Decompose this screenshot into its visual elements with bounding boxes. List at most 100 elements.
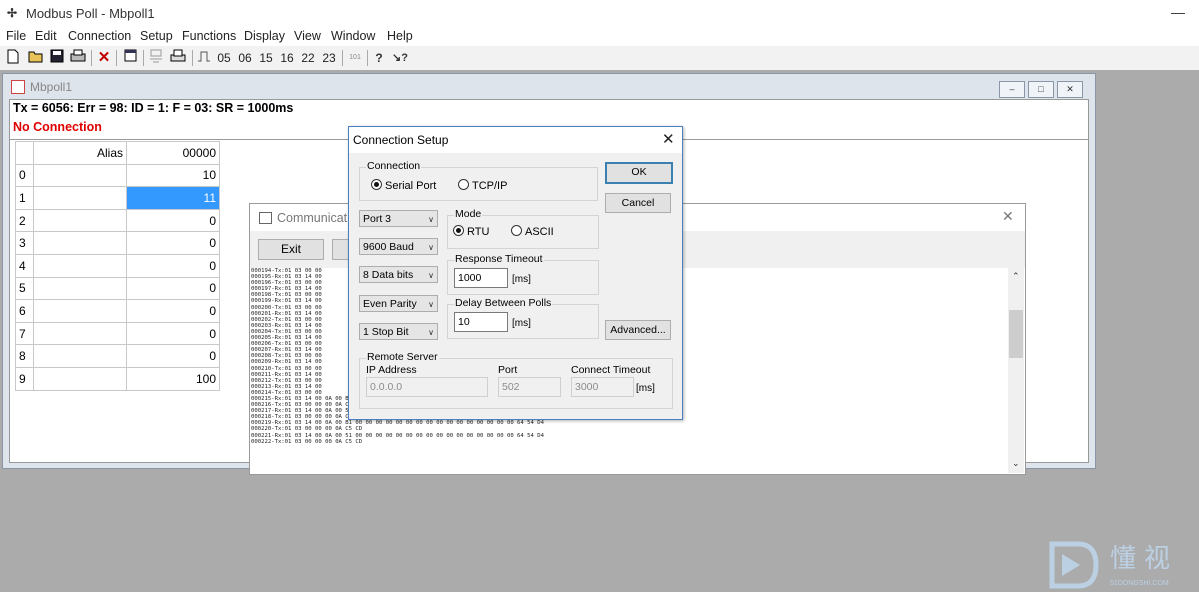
fc-15-button[interactable]: 15 xyxy=(258,49,274,67)
menu-functions[interactable]: Functions xyxy=(182,29,236,43)
ascii-radio[interactable]: ASCII xyxy=(511,225,554,238)
table-row[interactable]: 40 xyxy=(15,253,220,278)
new-icon[interactable] xyxy=(6,49,20,67)
alias-cell[interactable] xyxy=(33,276,127,301)
value-cell[interactable]: 0 xyxy=(126,253,220,278)
table-row[interactable]: 60 xyxy=(15,299,220,323)
rtu-radio[interactable]: RTU xyxy=(453,225,489,238)
alias-cell[interactable] xyxy=(33,163,127,188)
printer-icon[interactable] xyxy=(170,49,186,67)
value-cell[interactable]: 10 xyxy=(126,163,220,188)
window-icon[interactable] xyxy=(122,49,138,67)
menu-setup[interactable]: Setup xyxy=(140,29,173,43)
context-help-icon[interactable]: ↘? xyxy=(391,49,409,67)
traffic-log-scrollbar[interactable]: ⌃ ⌄ xyxy=(1008,268,1024,473)
advanced-button[interactable]: Advanced... xyxy=(605,320,671,340)
menu-file[interactable]: File xyxy=(6,29,26,43)
value-cell[interactable]: 100 xyxy=(126,366,220,391)
dialog-body: Connection Serial Port TCP/IP OK Cancel … xyxy=(349,153,682,419)
communication-close-icon[interactable]: ✕ xyxy=(1002,208,1014,225)
table-row[interactable]: 80 xyxy=(15,344,220,368)
menu-display[interactable]: Display xyxy=(244,29,285,43)
menu-edit[interactable]: Edit xyxy=(35,29,57,43)
port-select[interactable]: Port 3 ∨ xyxy=(359,210,438,227)
cancel-button[interactable]: Cancel xyxy=(605,193,671,213)
connect-timeout-input[interactable]: 3000 xyxy=(571,377,634,397)
minimize-button[interactable]: — xyxy=(1168,2,1188,22)
row-index: 0 xyxy=(15,163,34,188)
table-row[interactable]: 1 11 xyxy=(15,186,220,210)
delay-between-polls-label: Delay Between Polls xyxy=(454,297,553,309)
tcp-ip-radio[interactable]: TCP/IP xyxy=(458,179,507,192)
table-row[interactable]: 20 xyxy=(15,208,220,233)
mbpoll-close-button[interactable]: ✕ xyxy=(1057,81,1083,98)
value-cell[interactable]: 0 xyxy=(126,276,220,301)
alias-cell[interactable] xyxy=(33,231,127,255)
alias-column-header: Alias xyxy=(33,141,127,165)
alias-cell[interactable] xyxy=(33,253,127,278)
value-cell[interactable]: 0 xyxy=(126,299,220,323)
pulse-icon[interactable] xyxy=(197,49,211,67)
remote-server-group: Remote Server IP Address 0.0.0.0 Port 50… xyxy=(359,351,673,409)
disconnect-icon[interactable]: ✕ xyxy=(96,49,112,67)
connect-icon[interactable] xyxy=(148,49,164,67)
row-index: 6 xyxy=(15,299,34,323)
dialog-close-icon[interactable]: ✕ xyxy=(662,130,675,148)
value-cell[interactable]: 0 xyxy=(126,321,220,346)
value-column-header: 00000 xyxy=(126,141,220,165)
stop-bits-value: 1 Stop Bit xyxy=(363,326,409,338)
serial-port-radio[interactable]: Serial Port xyxy=(371,179,436,192)
delay-between-polls-input[interactable]: 10 xyxy=(454,312,508,332)
table-row[interactable]: 9 100 xyxy=(15,366,220,391)
table-row[interactable]: 50 xyxy=(15,276,220,301)
chevron-down-icon: ∨ xyxy=(428,300,434,309)
ip-address-input[interactable]: 0.0.0.0 xyxy=(366,377,488,397)
fc-101-button[interactable]: 101 xyxy=(347,49,363,67)
value-cell[interactable]: 0 xyxy=(126,208,220,233)
row-index: 4 xyxy=(15,253,34,278)
help-icon[interactable]: ? xyxy=(372,49,386,67)
table-row[interactable]: 30 xyxy=(15,231,220,255)
mbpoll-minimize-button[interactable]: – xyxy=(999,81,1025,98)
rtu-label: RTU xyxy=(467,226,490,238)
radio-selected-icon xyxy=(453,225,464,236)
baud-select[interactable]: 9600 Baud ∨ xyxy=(359,238,438,255)
value-cell[interactable]: 0 xyxy=(126,344,220,368)
port-label: Port xyxy=(498,364,518,376)
fc-22-button[interactable]: 22 xyxy=(300,49,316,67)
alias-cell[interactable] xyxy=(33,186,127,210)
scroll-down-icon[interactable]: ⌄ xyxy=(1012,458,1020,469)
stop-bits-select[interactable]: 1 Stop Bit ∨ xyxy=(359,323,438,340)
port-input[interactable]: 502 xyxy=(498,377,561,397)
scroll-thumb[interactable] xyxy=(1009,310,1023,358)
mbpoll-maximize-button[interactable]: □ xyxy=(1028,81,1054,98)
value-cell[interactable]: 0 xyxy=(126,231,220,255)
menu-view[interactable]: View xyxy=(294,29,321,43)
fc-23-button[interactable]: 23 xyxy=(321,49,337,67)
alias-cell[interactable] xyxy=(33,208,127,233)
exit-button[interactable]: Exit xyxy=(258,239,324,260)
save-icon[interactable] xyxy=(50,49,64,67)
alias-cell[interactable] xyxy=(33,299,127,323)
menu-connection[interactable]: Connection xyxy=(68,29,131,43)
fc-16-button[interactable]: 16 xyxy=(279,49,295,67)
alias-cell[interactable] xyxy=(33,344,127,368)
delay-between-polls-group: Delay Between Polls 10 [ms] xyxy=(447,297,599,339)
table-row[interactable]: 0 10 xyxy=(15,163,220,188)
menu-help[interactable]: Help xyxy=(387,29,413,43)
table-row[interactable]: 70 xyxy=(15,321,220,346)
ok-button[interactable]: OK xyxy=(605,162,673,184)
data-bits-select[interactable]: 8 Data bits ∨ xyxy=(359,266,438,283)
response-timeout-input[interactable]: 1000 xyxy=(454,268,508,288)
alias-cell[interactable] xyxy=(33,366,127,391)
scroll-up-icon[interactable]: ⌃ xyxy=(1012,271,1020,282)
open-icon[interactable] xyxy=(28,49,44,67)
alias-cell[interactable] xyxy=(33,321,127,346)
fc-05-button[interactable]: 05 xyxy=(216,49,232,67)
menu-window[interactable]: Window xyxy=(331,29,375,43)
print-icon[interactable] xyxy=(70,49,86,67)
toolbar-separator xyxy=(367,50,368,66)
parity-select[interactable]: Even Parity ∨ xyxy=(359,295,438,312)
fc-06-button[interactable]: 06 xyxy=(237,49,253,67)
value-cell-selected[interactable]: 11 xyxy=(126,186,220,210)
